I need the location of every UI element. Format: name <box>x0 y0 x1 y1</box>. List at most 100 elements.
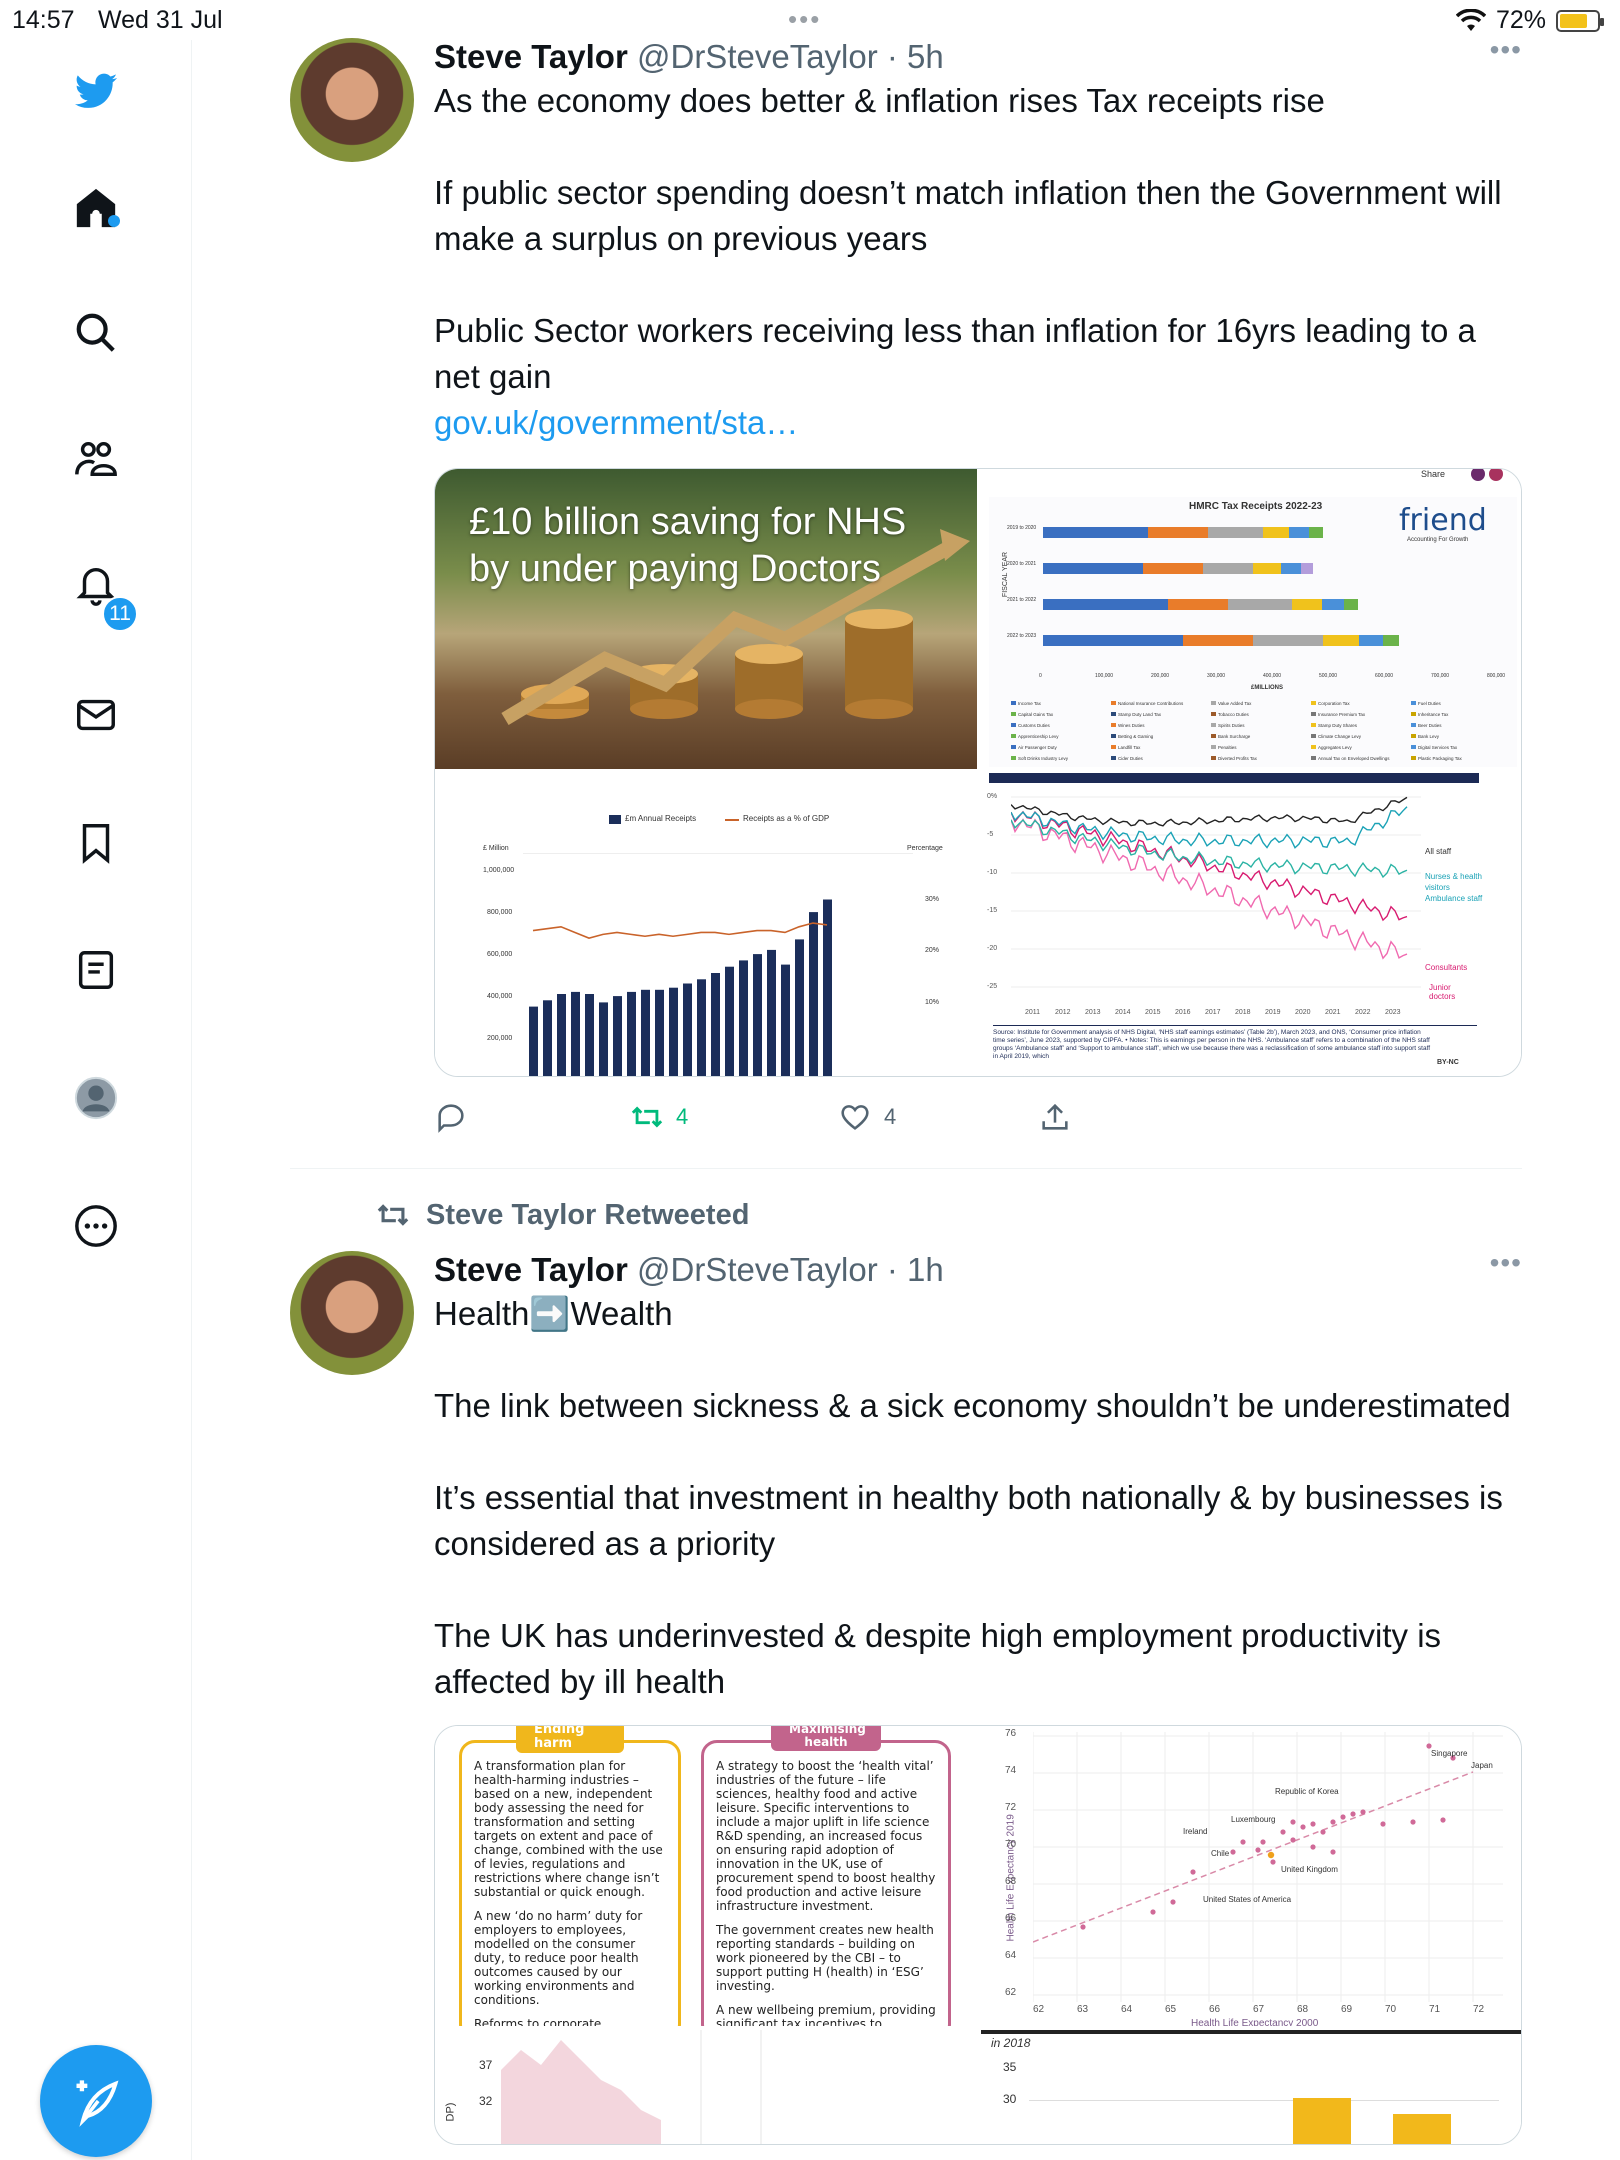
search-icon[interactable] <box>64 301 128 365</box>
scatter-x-tick: 65 <box>1165 2004 1177 2015</box>
scatter-y-tick: 76 <box>1005 1728 1017 1739</box>
country-point <box>1260 1839 1266 1845</box>
nhs-x-tick: 2012 <box>1055 1009 1071 1016</box>
country-point <box>1330 1849 1336 1855</box>
nhs-earnings-image[interactable]: 0% -5 -10 -15 -20 -25 2011 2012 2013 2014 2015 201… <box>981 773 1521 1076</box>
author-name[interactable]: Steve Taylor <box>434 1251 628 1288</box>
legend-swatch <box>1411 756 1416 760</box>
messages-icon[interactable] <box>64 683 128 747</box>
legend-swatch <box>1311 712 1316 716</box>
share-icon[interactable] <box>1471 469 1485 481</box>
tweet-age: · 5h <box>886 38 944 75</box>
retweet-banner[interactable]: Steve Taylor Retweeted <box>374 1198 749 1232</box>
scatter-plot: SingaporeJapan Republic of Korea Luxembour… <box>1033 1732 1503 2002</box>
hmrc-x-tick: 0 <box>1039 673 1042 679</box>
like-button[interactable]: 4 <box>838 1100 896 1134</box>
share-button[interactable] <box>1038 1100 1072 1134</box>
country-point <box>1360 1809 1366 1815</box>
legend-swatch <box>1411 745 1416 749</box>
receipts-plot <box>523 853 913 1076</box>
tweet-more-icon[interactable]: ••• <box>1490 1247 1522 1279</box>
health-scatter-image[interactable]: Health Life Expectancy 2019 76 74 72 70 68 66… <box>981 1726 1521 2026</box>
retweet-button[interactable]: 4 <box>630 1100 688 1134</box>
box-paragraph: A new ‘do no harm’ duty for employers to… <box>474 1909 643 2007</box>
receipt-bar <box>529 1006 538 1076</box>
receipt-bar <box>683 983 692 1076</box>
hmrc-chart-image[interactable]: Share HMRC Tax Receipts 2022-23 friend A… <box>981 469 1521 769</box>
coins-growth-image[interactable]: £10 billion saving for NHS by under payi… <box>435 469 977 769</box>
country-point <box>1300 1824 1306 1830</box>
tweet-more-icon[interactable]: ••• <box>1490 34 1522 66</box>
cost-chart-left-image[interactable]: 37 32 DP) <box>435 2030 977 2144</box>
year-label: 2020 to 2021 <box>1007 561 1037 567</box>
heart-icon <box>841 1105 869 1130</box>
receipt-bar <box>641 989 650 1076</box>
tweet-paragraph: The UK has underinvested & despite high … <box>434 1617 1442 1700</box>
author-handle[interactable]: @DrSteveTaylor <box>637 38 878 75</box>
junior-doctors-line <box>1011 818 1408 960</box>
compose-tweet-button[interactable] <box>40 2045 152 2157</box>
multitask-dots-icon[interactable]: ••• <box>788 4 821 35</box>
notifications-badge: 11 <box>102 596 138 632</box>
share-icon-2[interactable] <box>1489 469 1503 481</box>
reply-button[interactable] <box>434 1100 480 1134</box>
hmrc-chart: HMRC Tax Receipts 2022-23 friend Account… <box>989 497 1517 767</box>
hmrc-legend-item: Capital Gains Tax <box>1011 712 1053 717</box>
tweet-body: Steve Taylor @DrSteveTaylor · 1h ••• Hea… <box>434 1247 1522 2145</box>
scatter-x-tick: 62 <box>1033 2004 1045 2015</box>
nhs-y-ticks: 0% -5 -10 -15 -20 -25 <box>987 793 1011 1013</box>
tweet-media-grid[interactable]: £10 billion saving for NHS by under payi… <box>434 468 1522 1077</box>
source-divider <box>993 1025 1477 1026</box>
tweet-media-grid[interactable]: Ending harm A transformation plan for he… <box>434 1725 1522 2145</box>
license-label: BY-NC <box>1437 1059 1459 1066</box>
tweet-paragraph <box>434 1337 1522 1383</box>
nhs-x-tick: 2011 <box>1025 1009 1041 1016</box>
tweet-header: Steve Taylor @DrSteveTaylor · 1h <box>434 1251 1522 1289</box>
tweet-text: As the economy does better & inflation r… <box>434 78 1522 446</box>
tweet-header: Steve Taylor @DrSteveTaylor · 5h <box>434 38 1522 76</box>
scatter-y-tick: 68 <box>1005 1876 1017 1887</box>
communities-icon[interactable] <box>64 427 128 491</box>
retweet-icon <box>631 1106 663 1128</box>
tweet-paragraph: The link between sickness & a sick econo… <box>434 1387 1511 1424</box>
legend-swatch <box>1311 701 1316 705</box>
home-icon[interactable] <box>64 176 128 240</box>
author-avatar[interactable] <box>290 1251 414 1375</box>
legend-swatch <box>1211 712 1216 716</box>
hmrc-x-tick: 400,000 <box>1263 673 1282 679</box>
cost-chart-right-image[interactable]: in 2018 35 30 <box>981 2030 1521 2144</box>
receipt-bar <box>795 939 804 1076</box>
retweet-count: 4 <box>676 1104 689 1129</box>
lists-icon[interactable] <box>64 938 128 1002</box>
author-handle[interactable]: @DrSteveTaylor <box>637 1251 878 1288</box>
annual-receipts-image[interactable]: £m Annual Receipts Receipts as a % of GD… <box>435 773 977 1076</box>
right-tick: 30% <box>925 896 940 903</box>
legend-swatch <box>1411 723 1416 727</box>
tweet-body: Steve Taylor @DrSteveTaylor · 5h ••• As … <box>434 34 1522 1077</box>
tweet-link[interactable]: gov.uk/government/sta… <box>434 400 1522 446</box>
tweet-paragraph: As the economy does better & inflation r… <box>434 82 1325 119</box>
tweet-paragraph <box>434 124 1522 170</box>
more-options-icon[interactable] <box>64 1194 128 1258</box>
nhs-x-ticks: 2011 2012 2013 2014 2015 2016 2017 2018 2019 2020… <box>1011 1009 1421 1021</box>
status-date: Wed 31 Jul <box>98 6 223 34</box>
author-avatar[interactable] <box>290 38 414 162</box>
country-point <box>1170 1899 1176 1905</box>
scatter-y-tick: 74 <box>1005 1765 1017 1776</box>
policy-document-image[interactable]: Ending harm A transformation plan for he… <box>435 1726 977 2026</box>
legend-swatch <box>1411 712 1416 716</box>
axis-label: DP) <box>444 2102 457 2122</box>
country-point <box>1280 1829 1286 1835</box>
bookmarks-icon[interactable] <box>64 811 128 875</box>
compose-feather-icon <box>76 2080 119 2127</box>
receipt-bar <box>571 991 580 1076</box>
twitter-logo-icon[interactable] <box>64 60 128 124</box>
tweet-divider <box>290 1168 1522 1169</box>
country-point <box>1426 1743 1432 1749</box>
country-point <box>1080 1924 1086 1930</box>
country-point <box>1340 1814 1346 1820</box>
profile-avatar-icon[interactable] <box>64 1066 128 1130</box>
legend-swatch <box>1211 734 1216 738</box>
label-nurses: Nurses & health visitors Ambulance staff <box>1425 872 1483 903</box>
author-name[interactable]: Steve Taylor <box>434 38 628 75</box>
